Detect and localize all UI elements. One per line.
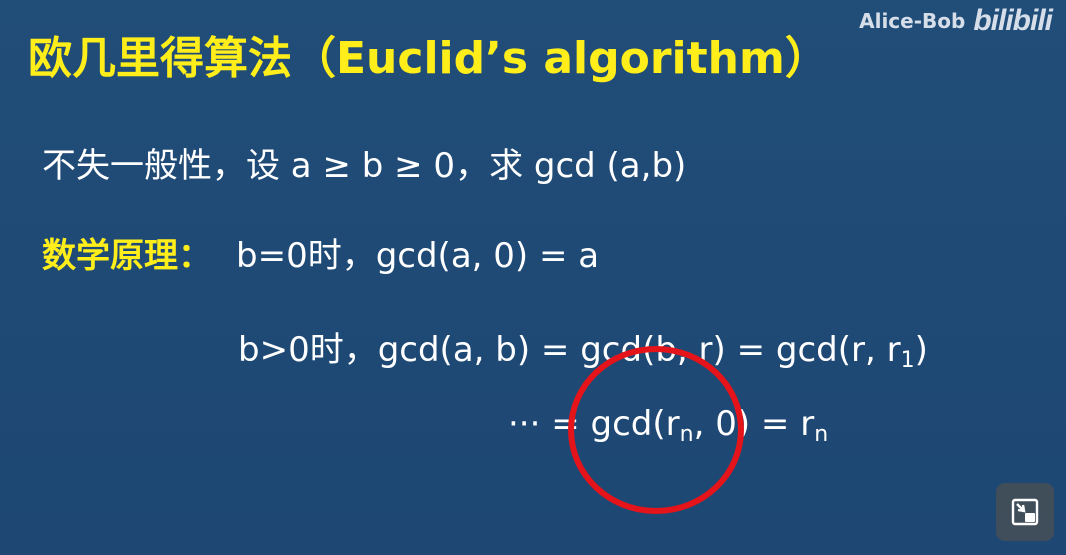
watermark: Alice-Bob bilibili: [859, 4, 1053, 38]
final-step-line: ··· = gcd(rn, 0) = rn: [508, 404, 828, 447]
bilibili-logo: bilibili: [973, 4, 1053, 37]
slide-title: 欧几里得算法（Euclid’s algorithm）: [28, 33, 829, 84]
recursive-case-close: ): [914, 330, 928, 370]
picture-in-picture-icon: [1011, 498, 1039, 526]
premise-text: 不失一般性，设 a ≥ b ≥ 0，求 gcd (a,b): [42, 146, 687, 186]
principle-line: 数学原理： b=0时，gcd(a, 0) = a: [42, 228, 599, 277]
watermark-user: Alice-Bob: [859, 9, 966, 33]
final-step-pre: ··· = gcd(r: [508, 404, 680, 444]
subscript-1: 1: [900, 348, 915, 373]
recursive-case-line: b>0时，gcd(a, b) = gcd(b, r) = gcd(r, r1): [238, 322, 928, 373]
base-case-text: b=0时，gcd(a, 0) = a: [236, 236, 600, 276]
picture-in-picture-button[interactable]: [996, 483, 1054, 541]
subscript-n-2: n: [814, 422, 829, 447]
subscript-n-1: n: [679, 422, 694, 447]
video-frame: 欧几里得算法（Euclid’s algorithm） Alice-Bob bil…: [0, 0, 1066, 555]
final-step-mid: , 0) = r: [693, 404, 815, 444]
principle-label: 数学原理：: [42, 236, 212, 276]
recursive-case-text: b>0时，gcd(a, b) = gcd(b, r) = gcd(r, r: [238, 330, 901, 370]
